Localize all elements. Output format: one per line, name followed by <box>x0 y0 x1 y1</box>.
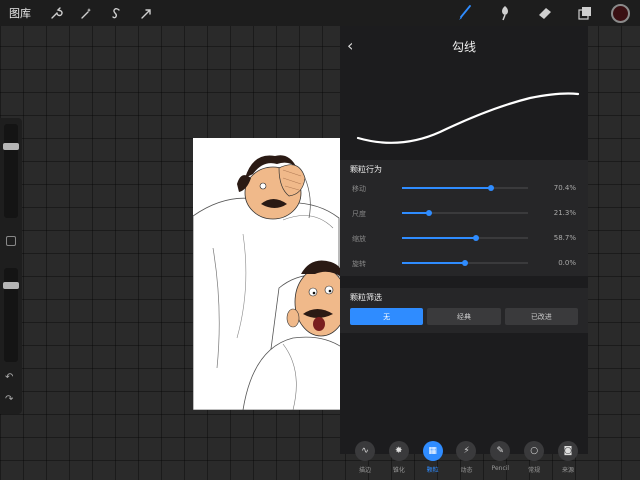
grain-behavior-row: 缩放 58.7% <box>350 226 578 251</box>
tab-label: 描边 <box>358 467 371 474</box>
gallery-button[interactable]: 图库 <box>9 5 31 21</box>
color-swatch[interactable] <box>611 3 630 23</box>
row-slider[interactable] <box>402 260 528 266</box>
brush-icon[interactable] <box>445 0 485 26</box>
row-value: 21.3% <box>553 209 576 217</box>
brush-opacity-thumb[interactable] <box>3 281 19 289</box>
smudge-icon[interactable] <box>485 0 525 26</box>
tab-taper[interactable]: ✸ 锥化 <box>383 441 415 477</box>
brush-studio-panel: ‹ 勾线 颗粒行为 移动 70.4% 尺度 21.3% 缩放 58.7% 旋转 0.0% 颗粒… <box>340 26 588 454</box>
grain-filter-option[interactable]: 已改进 <box>504 308 578 325</box>
grain-filter-option[interactable]: 无 <box>350 308 424 325</box>
row-label: 旋转 <box>352 260 366 268</box>
row-slider-fill <box>402 212 429 214</box>
tab-source[interactable]: ◙ 来源 <box>552 441 584 477</box>
taper-icon: ✸ <box>388 441 409 461</box>
tab-label: 颗粒 <box>426 467 439 474</box>
source-icon: ◙ <box>557 441 578 461</box>
selection-icon[interactable] <box>101 0 131 26</box>
magic-wand-icon[interactable] <box>71 0 101 26</box>
row-slider[interactable] <box>402 210 528 216</box>
cartoon-artwork <box>193 155 343 410</box>
general-icon: ○ <box>524 441 545 461</box>
stroke-preview[interactable] <box>340 66 588 160</box>
tab-general[interactable]: ○ 常规 <box>518 441 550 477</box>
panel-header: ‹ 勾线 <box>340 26 588 66</box>
row-slider-knob[interactable] <box>472 235 479 241</box>
dynamics-icon: ⚡ <box>456 441 477 461</box>
redo-icon[interactable]: ↷ <box>5 394 13 405</box>
brush-settings-tabbar: ∿ 描边 ✸ 锥化 ▦ 颗粒 ⚡ 动态 ✎ Pencil ○ 常规 ◙ 来源 <box>345 441 588 477</box>
tab-dynamics[interactable]: ⚡ 动态 <box>450 441 482 477</box>
transform-arrow-icon[interactable] <box>131 0 161 26</box>
pencil-icon: ✎ <box>490 441 511 461</box>
tab-grain[interactable]: ▦ 颗粒 <box>417 441 449 477</box>
row-slider-fill <box>402 187 491 189</box>
row-slider-knob[interactable] <box>487 185 494 191</box>
left-sidebar: ↶ ↷ <box>0 118 22 414</box>
tab-label: 动态 <box>460 467 473 474</box>
tab-stroke[interactable]: ∿ 描边 <box>349 441 381 477</box>
row-label: 移动 <box>352 185 366 193</box>
stroke-icon: ∿ <box>355 441 375 461</box>
tab-label: 锥化 <box>392 467 405 474</box>
row-value: 58.7% <box>553 234 576 242</box>
tab-label: 来源 <box>561 467 574 474</box>
grain-behavior-row: 移动 70.4% <box>350 176 578 201</box>
wrench-icon[interactable] <box>41 0 71 26</box>
drawing-canvas[interactable] <box>193 138 343 410</box>
row-value: 70.4% <box>553 184 576 192</box>
top-toolbar: 图库 <box>0 0 640 26</box>
row-label: 尺度 <box>352 210 366 218</box>
brush-opacity-slider[interactable] <box>3 268 19 362</box>
row-value: 0.0% <box>558 259 576 267</box>
tab-label: 常规 <box>528 467 541 474</box>
grain-filter-option[interactable]: 经典 <box>427 308 501 325</box>
row-slider-fill <box>402 237 476 239</box>
grain-behavior-title: 颗粒行为 <box>350 165 382 174</box>
row-slider[interactable] <box>402 235 528 241</box>
grain-filtering-title: 颗粒筛选 <box>350 293 382 302</box>
grain-filtering-section: 颗粒筛选 无经典 已改进 <box>340 288 588 333</box>
layers-icon[interactable] <box>565 0 605 26</box>
eraser-icon[interactable] <box>525 0 565 26</box>
tab-label: Pencil <box>491 465 510 472</box>
modify-button[interactable] <box>6 236 16 246</box>
brush-size-thumb[interactable] <box>3 143 19 151</box>
row-slider[interactable] <box>402 185 528 191</box>
brush-size-slider[interactable] <box>3 124 19 218</box>
grain-icon: ▦ <box>422 441 443 461</box>
row-slider-fill <box>402 262 465 264</box>
row-slider-knob[interactable] <box>425 210 432 216</box>
brush-name-title: 勾线 <box>451 40 476 54</box>
grain-behavior-row: 尺度 21.3% <box>350 201 578 226</box>
grain-behavior-section: 颗粒行为 移动 70.4% 尺度 21.3% 缩放 58.7% 旋转 0.0% <box>340 160 588 276</box>
undo-icon[interactable]: ↶ <box>5 372 13 383</box>
row-slider-knob[interactable] <box>462 260 468 266</box>
tab-pencil[interactable]: ✎ Pencil <box>484 441 516 477</box>
grain-behavior-row: 旋转 0.0% <box>350 251 578 276</box>
row-label: 缩放 <box>352 235 366 243</box>
